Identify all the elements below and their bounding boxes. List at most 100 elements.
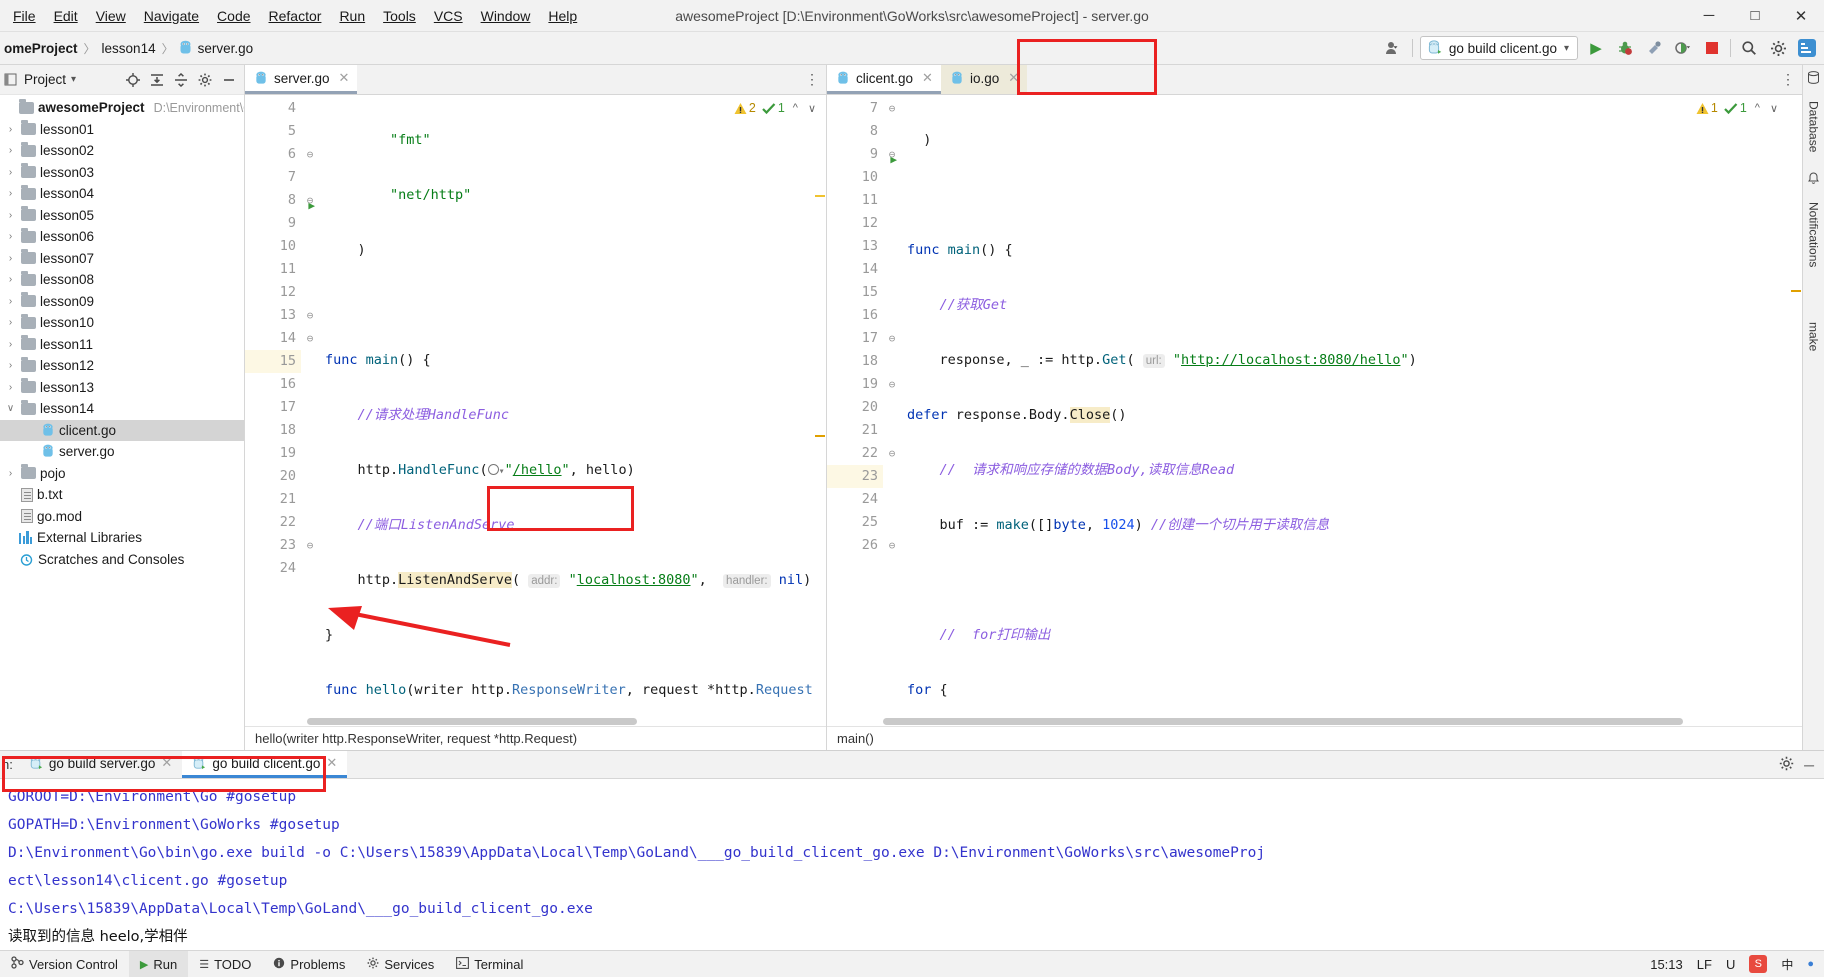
fold-marker-5[interactable]	[301, 120, 319, 143]
fold-marker-19[interactable]	[301, 442, 319, 465]
gutter-line-16[interactable]: 16	[827, 304, 883, 327]
gutter-line-11[interactable]: 11	[245, 258, 301, 281]
tree-item-go-mod[interactable]: go.mod	[0, 506, 244, 528]
gutter-line-16[interactable]: 16	[245, 373, 301, 396]
run-tab-close-icon[interactable]: ✕	[326, 755, 337, 771]
next-problem-icon[interactable]: ∨	[806, 102, 818, 115]
editor-left-gutter[interactable]: 4 5 6 7 8 ▶ 9 10 11 12 13 14 15 16 17 18 19 20 21 22 23 24	[245, 95, 315, 717]
gutter-line-12[interactable]: 12	[245, 281, 301, 304]
coverage-button[interactable]	[1672, 37, 1694, 59]
menu-edit[interactable]: Edit	[45, 4, 87, 28]
close-button[interactable]: ✕	[1778, 0, 1824, 32]
status-version-control[interactable]: Version Control	[0, 951, 129, 977]
gutter-line-7[interactable]: 7	[827, 97, 883, 120]
status-run[interactable]: ▶ Run	[128, 950, 189, 977]
gutter-line-18[interactable]: 18	[827, 350, 883, 373]
fold-marker-14[interactable]	[883, 258, 901, 281]
inspection-ok-count[interactable]: 1	[762, 101, 785, 115]
fold-marker-16[interactable]	[301, 373, 319, 396]
gutter-line-9[interactable]: 9	[245, 212, 301, 235]
search-icon[interactable]	[1738, 37, 1760, 59]
fold-marker-15[interactable]	[883, 281, 901, 304]
right-strip-notifications-label[interactable]: Notifications	[1807, 202, 1821, 267]
fold-marker-22[interactable]: ⊖	[883, 442, 901, 465]
run-button[interactable]: ▶	[1585, 37, 1607, 59]
gutter-line-20[interactable]: 20	[827, 396, 883, 419]
gutter-line-5[interactable]: 5	[245, 120, 301, 143]
fold-marker-21[interactable]	[883, 419, 901, 442]
gutter-line-21[interactable]: 21	[827, 419, 883, 442]
gutter-line-18[interactable]: 18	[245, 419, 301, 442]
tree-item-lesson04[interactable]: › lesson04	[0, 183, 244, 205]
tree-twisty-icon[interactable]: ›	[4, 145, 17, 156]
build-button[interactable]	[1643, 37, 1665, 59]
fold-marker-8[interactable]: ⊖	[301, 189, 319, 212]
user-icon[interactable]	[1383, 37, 1405, 59]
project-tree[interactable]: awesomeProject D:\Environment\G › lesson01 ›…	[0, 95, 244, 750]
run-console-output[interactable]: GOROOT=D:\Environment\Go #gosetup GOPATH=…	[0, 779, 1824, 950]
fold-marker-22[interactable]	[301, 511, 319, 534]
tree-item-lesson09[interactable]: › lesson09	[0, 291, 244, 313]
run-window-settings-icon[interactable]	[1779, 756, 1794, 774]
fold-marker-21[interactable]	[301, 488, 319, 511]
gutter-line-8[interactable]: 8 ▶	[245, 189, 315, 212]
web-globe-icon[interactable]	[487, 464, 499, 475]
menu-help[interactable]: Help	[539, 4, 586, 28]
status-todo[interactable]: ☰ TODO	[188, 951, 262, 977]
maximize-button[interactable]: □	[1732, 0, 1778, 32]
fold-marker-17[interactable]	[301, 396, 319, 419]
collapse-all-icon[interactable]	[172, 71, 190, 89]
tree-twisty-icon[interactable]: ›	[4, 360, 17, 371]
hide-panel-icon[interactable]	[220, 71, 238, 89]
editor-right-code-area[interactable]: 7 8 9 ▶ 10 11 12 13 14 15 16 17 18 19 20 21 22 23 24 25 26 ⊖…	[827, 95, 1802, 717]
tree-item-b-txt[interactable]: b.txt	[0, 484, 244, 506]
prev-problem-icon[interactable]: ^	[791, 102, 800, 114]
fold-marker-17[interactable]: ⊖	[883, 327, 901, 350]
fold-marker-26[interactable]: ⊖	[883, 534, 901, 557]
tree-item-awesomeproject[interactable]: awesomeProject D:\Environment\G	[0, 97, 244, 119]
fold-marker-19[interactable]: ⊖	[883, 373, 901, 396]
prev-problem-icon[interactable]: ^	[1753, 102, 1762, 114]
right-strip-make-label[interactable]: make	[1807, 322, 1821, 351]
fold-marker-18[interactable]	[301, 419, 319, 442]
project-panel-caret-icon[interactable]: ▾	[71, 74, 76, 85]
gutter-line-14[interactable]: 14	[827, 258, 883, 281]
status-line-separator[interactable]: LF	[1697, 957, 1712, 972]
minimize-button[interactable]: ─	[1686, 0, 1732, 32]
gutter-line-22[interactable]: 22	[827, 442, 883, 465]
status-terminal[interactable]: Terminal	[445, 951, 534, 977]
settings-gear-icon[interactable]	[1767, 37, 1789, 59]
fold-marker-13[interactable]	[883, 235, 901, 258]
gutter-line-13[interactable]: 13	[827, 235, 883, 258]
fold-marker-13[interactable]: ⊖	[301, 304, 319, 327]
fold-marker-23[interactable]	[883, 465, 901, 488]
gutter-line-20[interactable]: 20	[245, 465, 301, 488]
tree-item-lesson06[interactable]: › lesson06	[0, 226, 244, 248]
tree-twisty-icon[interactable]: ›	[4, 296, 17, 307]
warning-count[interactable]: 2	[734, 101, 756, 115]
fold-marker-7[interactable]	[301, 166, 319, 189]
gutter-line-23[interactable]: 23	[827, 465, 883, 488]
tree-twisty-icon[interactable]: ›	[4, 167, 17, 178]
stop-button[interactable]	[1701, 37, 1723, 59]
tree-item-lesson02[interactable]: › lesson02	[0, 140, 244, 162]
gutter-line-19[interactable]: 19	[245, 442, 301, 465]
tree-item-lesson11[interactable]: › lesson11	[0, 334, 244, 356]
fold-marker-9[interactable]	[301, 212, 319, 235]
expand-all-icon[interactable]	[148, 71, 166, 89]
sogou-input-icon[interactable]: S	[1749, 955, 1768, 973]
menu-refactor[interactable]: Refactor	[260, 4, 331, 28]
menu-navigate[interactable]: Navigate	[135, 4, 208, 28]
tab-close-icon[interactable]: ✕	[339, 70, 350, 86]
menu-tools[interactable]: Tools	[374, 4, 425, 28]
gutter-line-7[interactable]: 7	[245, 166, 301, 189]
tree-item-lesson13[interactable]: › lesson13	[0, 377, 244, 399]
fold-marker-16[interactable]	[883, 304, 901, 327]
fold-marker-12[interactable]	[883, 212, 901, 235]
inspection-ok-count[interactable]: 1	[1724, 101, 1747, 115]
gutter-line-10[interactable]: 10	[245, 235, 301, 258]
run-tab-clicent-go[interactable]: go build clicent.go ✕	[182, 751, 348, 778]
gutter-line-14[interactable]: 14	[245, 327, 301, 350]
locate-icon[interactable]	[124, 71, 142, 89]
tree-twisty-icon[interactable]: ∨	[4, 403, 17, 414]
